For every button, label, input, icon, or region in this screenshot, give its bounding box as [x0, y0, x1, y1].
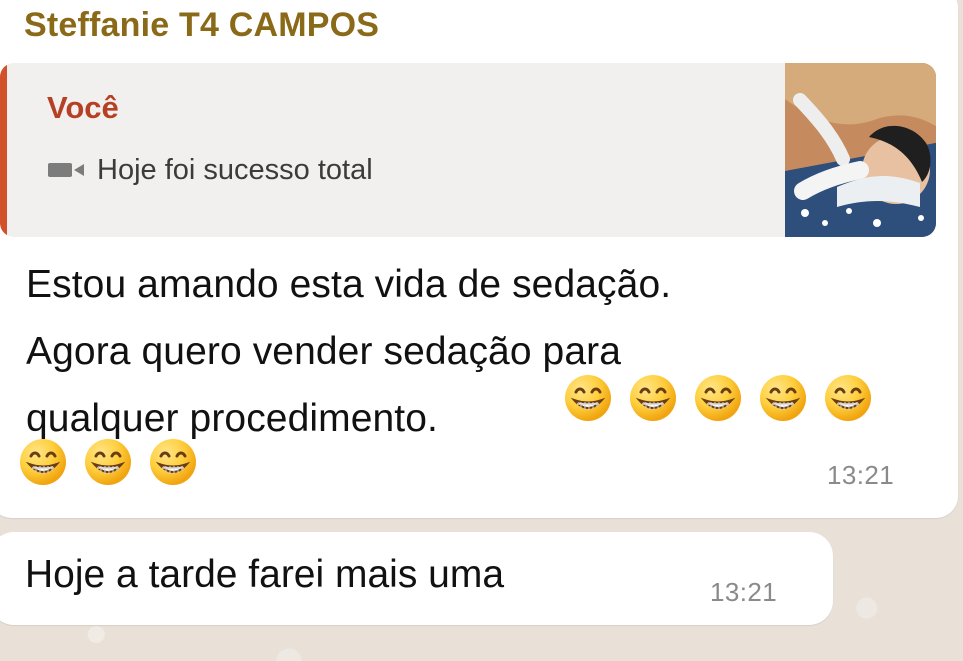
quoted-reply-line: Hoje foi sucesso total	[47, 150, 373, 190]
quoted-reply-card[interactable]: Você Hoje foi sucesso total	[0, 63, 936, 237]
emoji-row-2	[18, 437, 198, 487]
grinning-face-with-smiling-eyes-icon	[628, 373, 678, 423]
message-body-text-secondary: Hoje a tarde farei mais uma	[25, 553, 505, 596]
message-timestamp-secondary: 13:21	[710, 577, 778, 607]
grinning-face-with-smiling-eyes-icon	[758, 373, 808, 423]
sender-name[interactable]: Steffanie T4 CAMPOS	[24, 6, 379, 45]
incoming-message-bubble[interactable]: Steffanie T4 CAMPOS Você Hoje foi sucess…	[0, 0, 958, 518]
quoted-reply-text: Hoje foi sucesso total	[97, 153, 373, 186]
message-timestamp: 13:21	[827, 460, 895, 490]
grinning-face-with-smiling-eyes-icon	[148, 437, 198, 487]
grinning-face-with-smiling-eyes-icon	[563, 373, 613, 423]
grinning-face-with-smiling-eyes-icon	[823, 373, 873, 423]
quoted-reply-author: Você	[47, 90, 119, 125]
video-icon	[47, 158, 87, 182]
quote-accent-bar	[0, 63, 7, 237]
incoming-message-bubble-secondary[interactable]: Hoje a tarde farei mais uma 13:21	[0, 532, 833, 625]
quoted-video-thumbnail[interactable]	[785, 63, 936, 237]
grinning-face-with-smiling-eyes-icon	[18, 437, 68, 487]
grinning-face-with-smiling-eyes-icon	[83, 437, 133, 487]
emoji-row-1	[563, 373, 873, 423]
grinning-face-with-smiling-eyes-icon	[693, 373, 743, 423]
